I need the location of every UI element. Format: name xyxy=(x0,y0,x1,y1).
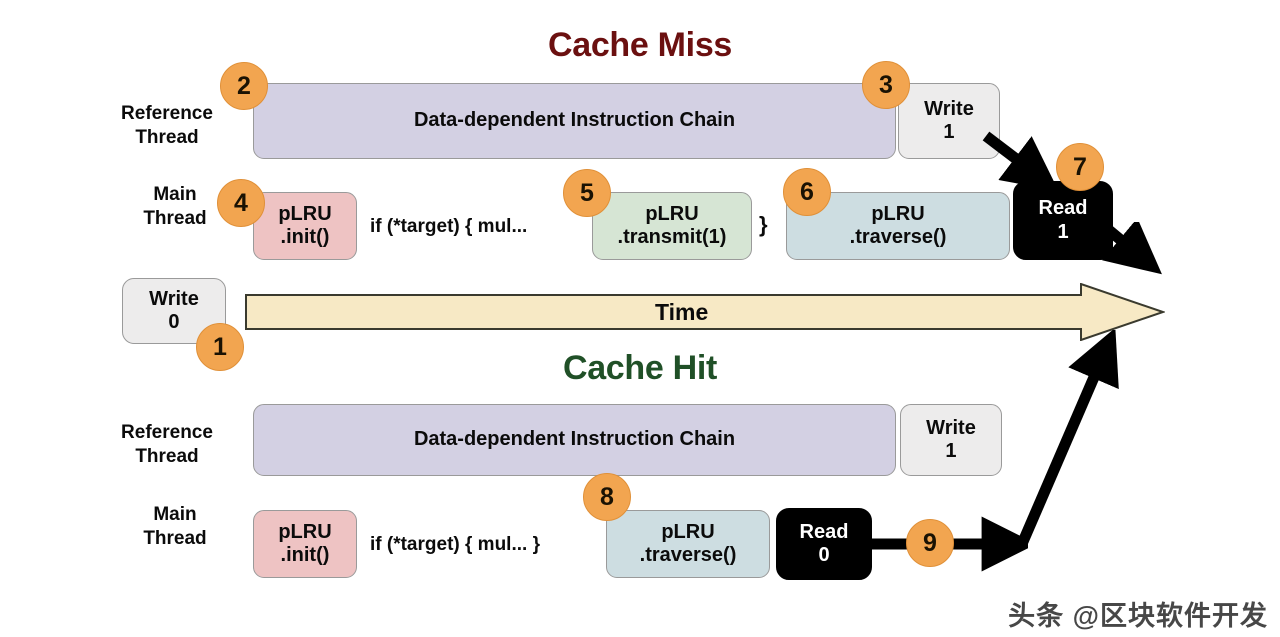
miss-reference-chain: Data-dependent Instruction Chain xyxy=(253,83,896,159)
step-badge-6[interactable]: 6 xyxy=(783,168,831,216)
section-title-cache-miss: Cache Miss xyxy=(547,26,733,64)
step-badge-7[interactable]: 7 xyxy=(1056,143,1104,191)
hit-plru-traverse: pLRU .traverse() xyxy=(606,510,770,578)
section-title-cache-hit: Cache Hit xyxy=(562,349,718,387)
step-badge-8[interactable]: 8 xyxy=(583,473,631,521)
label-main-thread-hit: Main Thread xyxy=(143,504,207,550)
hit-code-text: if (*target) { mul... } xyxy=(370,534,540,555)
step-badge-1[interactable]: 1 xyxy=(196,323,244,371)
hit-plru-init: pLRU .init() xyxy=(253,510,357,578)
step-badge-4[interactable]: 4 xyxy=(217,179,265,227)
step-badge-2[interactable]: 2 xyxy=(220,62,268,110)
miss-plru-init: pLRU .init() xyxy=(253,192,357,260)
step-badge-9[interactable]: 9 xyxy=(906,519,954,567)
hit-read-0: Read 0 xyxy=(776,508,872,580)
label-reference-thread-miss: Reference Thread xyxy=(121,103,213,149)
miss-plru-transmit: pLRU .transmit(1) xyxy=(592,192,752,260)
miss-read-1: Read 1 xyxy=(1013,181,1113,260)
miss-code-text: if (*target) { mul... xyxy=(370,216,528,237)
hit-write-1: Write 1 xyxy=(900,404,1002,476)
miss-closing-brace: } xyxy=(759,212,768,237)
label-reference-thread-hit: Reference Thread xyxy=(121,422,213,468)
step-badge-5[interactable]: 5 xyxy=(563,169,611,217)
time-axis-label: Time xyxy=(655,299,709,325)
hit-reference-chain: Data-dependent Instruction Chain xyxy=(253,404,896,476)
step-badge-3[interactable]: 3 xyxy=(862,61,910,109)
diagram-canvas: Cache Miss Reference Thread Data-depende… xyxy=(0,0,1280,637)
watermark-text: 头条 @区块软件开发 xyxy=(1008,601,1268,631)
miss-write-1: Write 1 xyxy=(898,83,1000,159)
